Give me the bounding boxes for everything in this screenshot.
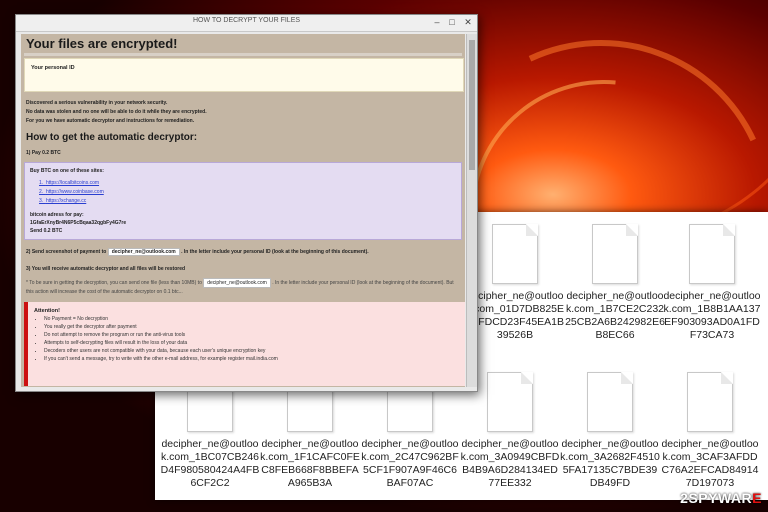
list-item: You really get the decryptor after payme… (44, 323, 278, 331)
file-name: decipher_ne@outlook.com_3CAF3AFDDC76A2EF… (661, 438, 759, 489)
step-3: 3) You will receive automatic decryptor … (26, 266, 186, 272)
document-icon (587, 372, 633, 432)
file-item[interactable]: decipher_ne@outlook.com_1B8B1AA137EF9030… (662, 224, 762, 342)
site-link[interactable]: 3. https://xchange.cc (39, 198, 86, 204)
intro-line: For you we have automatic decryptor and … (26, 118, 195, 124)
close-button[interactable]: ✕ (462, 16, 474, 28)
ransom-note-window: HOW TO DECRYPT YOUR FILES – □ ✕ Your fil… (15, 14, 478, 392)
list-item: Attempts to self-decrypting files will r… (44, 339, 278, 347)
intro-line: Discovered a serious vulnerability in yo… (26, 100, 168, 106)
file-name: decipher_ne@outlook.com_3A2682F45105FA17… (560, 438, 660, 489)
list-item: Do not attempt to remove the program or … (44, 331, 278, 339)
attention-title: Attention! (34, 308, 60, 314)
file-name: decipher_ne@outlook.com_1B8B1AA137EF9030… (663, 290, 761, 341)
document-icon (487, 372, 533, 432)
bitcoin-address[interactable]: 1GfaErXnyBr4N6P5cBqaa32qgbFy4G7re (30, 220, 126, 226)
file-item[interactable]: decipher_ne@outlook.com_1B7CE2C23225CB2A… (565, 224, 665, 342)
send-amount: Send 0.2 BTC (30, 228, 63, 234)
scrollbar-thumb[interactable] (469, 40, 475, 170)
watermark-logo: 2SPYWARE (680, 490, 762, 506)
step-2: 2) Send screenshot of payment to deciphe… (26, 248, 369, 256)
list-item: If you can't send a message, try to writ… (44, 355, 278, 363)
file-name: decipher_ne@outlook.com_1F1CAFC0FEC8FEB6… (260, 438, 360, 489)
payment-box: Buy BTC on one of these sites: 1. https:… (24, 162, 462, 240)
test-note: * To be sure in getting the decryption, … (26, 278, 454, 295)
scrollbar[interactable] (466, 34, 477, 387)
bitcoin-label: bitcoin adress for pay: (30, 212, 84, 218)
site-link[interactable]: 1. https://localbitcoins.com (39, 180, 99, 186)
step-1: 1) Pay 0.2 BTC (26, 150, 61, 156)
document-icon (687, 372, 733, 432)
personal-id-box: Your personal ID (24, 58, 464, 92)
list-item: No Payment = No decryption (44, 315, 278, 323)
file-name: decipher_ne@outlook.com_1B7CE2C23225CB2A… (565, 290, 665, 341)
file-item[interactable]: decipher_ne@outlook.com_01D7DB825EF8FDCD… (465, 224, 565, 342)
minimize-button[interactable]: – (431, 16, 443, 28)
window-title: HOW TO DECRYPT YOUR FILES (192, 17, 301, 24)
file-name: decipher_ne@outlook.com_2C47C962BF5CF1F9… (361, 438, 459, 489)
file-name: decipher_ne@outlook.com_3A0949CBFDB4B9A6… (460, 438, 560, 489)
personal-id-label: Your personal ID (31, 65, 75, 71)
file-item[interactable]: decipher_ne@outlook.com_3A2682F45105FA17… (560, 372, 660, 490)
title-bar[interactable]: HOW TO DECRYPT YOUR FILES – □ ✕ (16, 15, 477, 32)
list-item: Decoders other users are not compatible … (44, 347, 278, 355)
page-title: Your files are encrypted! (26, 36, 178, 51)
file-item[interactable]: decipher_ne@outlook.com_3CAF3AFDDC76A2EF… (660, 372, 760, 490)
note-content: Your files are encrypted! Your personal … (21, 34, 465, 387)
document-icon (592, 224, 638, 284)
email-chip[interactable]: decipher_ne@outlook.com (107, 248, 180, 256)
buy-label: Buy BTC on one of these sites: (30, 168, 104, 174)
divider (24, 53, 462, 56)
site-link[interactable]: 2. https://www.coinbase.com (39, 189, 104, 195)
email-chip[interactable]: decipher_ne@outlook.com (203, 278, 271, 288)
file-name: decipher_ne@outlook.com_1BC07CB246D4F980… (160, 438, 260, 489)
attention-list: No Payment = No decryption You really ge… (30, 315, 278, 363)
document-icon (492, 224, 538, 284)
file-name: decipher_ne@outlook.com_01D7DB825EF8FDCD… (465, 290, 565, 341)
maximize-button[interactable]: □ (446, 16, 458, 28)
intro-line: No data was stolen and no one will be ab… (26, 109, 207, 115)
document-icon (689, 224, 735, 284)
section-heading: How to get the automatic decryptor: (26, 132, 198, 143)
attention-box: Attention! No Payment = No decryption Yo… (24, 302, 465, 386)
